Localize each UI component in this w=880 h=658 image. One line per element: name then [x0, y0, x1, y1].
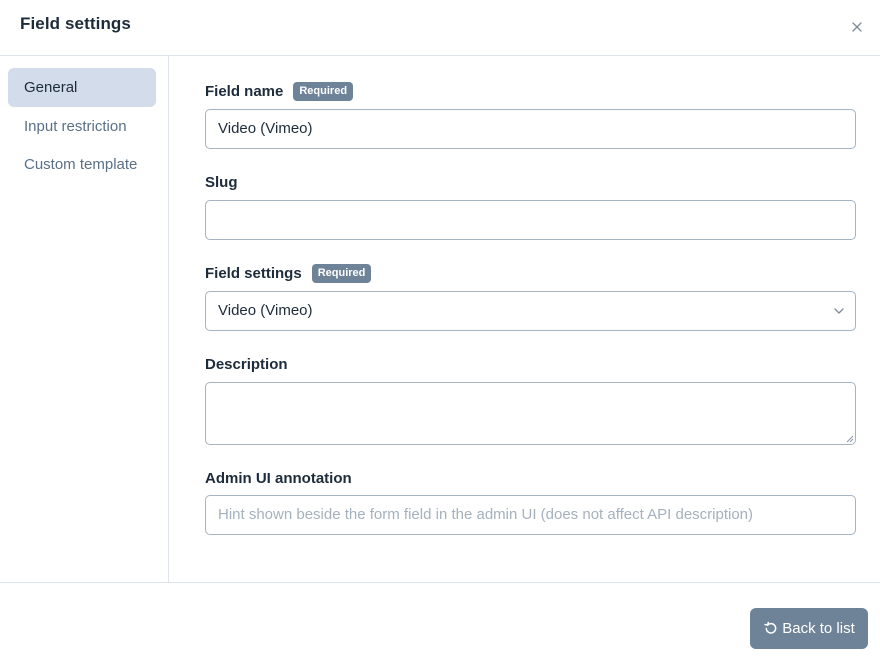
field-settings-label-row: Field settings Required: [205, 262, 372, 284]
admin-annotation-label-row: Admin UI annotation: [205, 467, 352, 489]
sidebar-item-label: General: [24, 79, 78, 96]
admin-annotation-input[interactable]: Hint shown beside the form field in the …: [205, 495, 856, 535]
sidebar-item-general[interactable]: General: [8, 68, 156, 107]
field-name-input[interactable]: Video (Vimeo): [205, 109, 856, 149]
admin-annotation-label: Admin UI annotation: [205, 469, 352, 487]
slug-input[interactable]: [205, 200, 856, 240]
slug-label: Slug: [205, 173, 238, 191]
settings-form: Field name Required Video (Vimeo) Slug F…: [169, 56, 880, 582]
description-textarea[interactable]: [205, 382, 856, 445]
back-to-list-label: Back to list: [782, 620, 855, 637]
required-badge: Required: [293, 81, 354, 101]
description-label: Description: [205, 355, 288, 373]
dialog-header: Field settings: [0, 0, 880, 56]
chevron-down-icon: [834, 308, 844, 314]
sidebar-item-custom-template[interactable]: Custom template: [8, 145, 156, 184]
field-settings-selected-value: Video (Vimeo): [218, 302, 313, 319]
sidebar-item-input-restriction[interactable]: Input restriction: [8, 107, 156, 146]
field-name-label-row: Field name Required: [205, 80, 354, 102]
close-icon: [852, 22, 862, 32]
field-name-label: Field name: [205, 82, 284, 100]
required-badge: Required: [311, 263, 372, 283]
field-settings-label: Field settings: [205, 264, 302, 282]
settings-sidebar: General Input restriction Custom templat…: [0, 56, 169, 582]
back-to-list-button[interactable]: Back to list: [750, 608, 868, 649]
resize-grip-icon[interactable]: [845, 434, 854, 443]
field-settings-dialog: Field settings General Input restriction…: [0, 0, 880, 658]
field-settings-select[interactable]: Video (Vimeo): [205, 291, 856, 331]
sidebar-item-label: Custom template: [24, 156, 138, 173]
description-label-row: Description: [205, 353, 288, 375]
dialog-title: Field settings: [20, 14, 131, 33]
dialog-footer: Back to list: [0, 582, 880, 658]
close-button[interactable]: [846, 16, 868, 38]
sidebar-item-label: Input restriction: [24, 118, 127, 135]
slug-label-row: Slug: [205, 171, 238, 193]
undo-icon: [764, 621, 777, 634]
